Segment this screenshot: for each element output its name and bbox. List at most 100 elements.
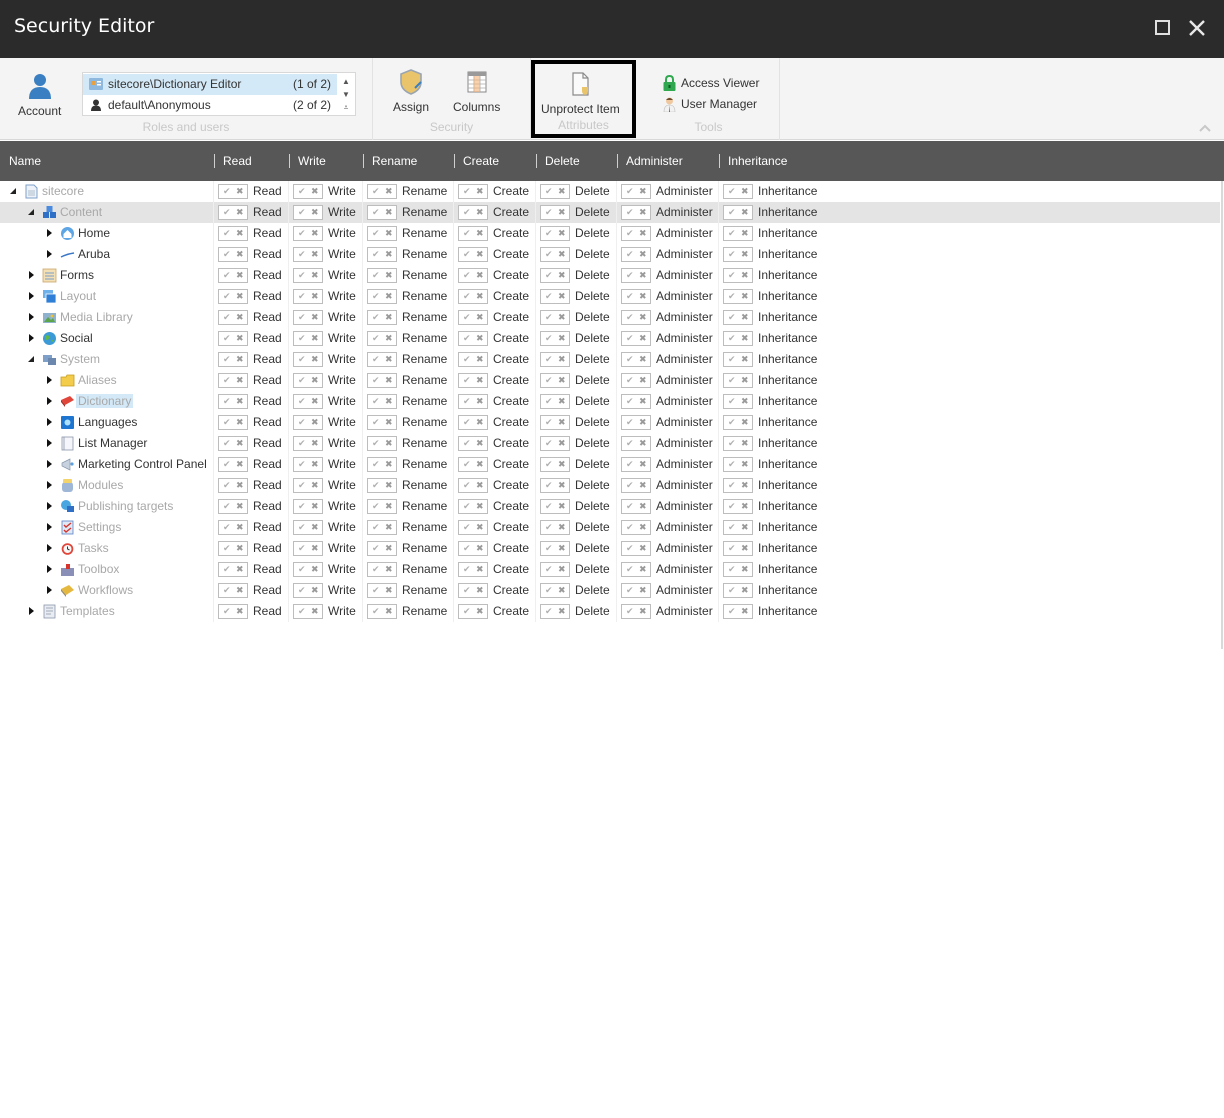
expanded-triangle-icon[interactable]	[26, 207, 36, 217]
permission-toggle[interactable]: ✔ ✖	[218, 268, 248, 283]
expanded-triangle-icon[interactable]	[26, 354, 36, 364]
permission-toggle[interactable]: ✔ ✖	[367, 478, 397, 493]
deny-x-icon[interactable]: ✖	[385, 311, 393, 324]
deny-x-icon[interactable]: ✖	[639, 290, 647, 303]
allow-check-icon[interactable]: ✔	[372, 479, 380, 492]
deny-x-icon[interactable]: ✖	[558, 395, 566, 408]
allow-check-icon[interactable]: ✔	[728, 248, 736, 261]
permission-toggle[interactable]: ✔ ✖	[367, 205, 397, 220]
allow-check-icon[interactable]: ✔	[298, 185, 306, 198]
item-name[interactable]: Social	[60, 331, 93, 345]
column-header-rename[interactable]: Rename	[372, 154, 417, 168]
deny-x-icon[interactable]: ✖	[741, 584, 749, 597]
allow-check-icon[interactable]: ✔	[626, 374, 634, 387]
permission-toggle[interactable]: ✔ ✖	[458, 415, 488, 430]
allow-check-icon[interactable]: ✔	[463, 311, 471, 324]
item-name[interactable]: Marketing Control Panel	[78, 457, 207, 471]
deny-x-icon[interactable]: ✖	[476, 479, 484, 492]
permission-toggle[interactable]: ✔ ✖	[621, 310, 651, 325]
permission-toggle[interactable]: ✔ ✖	[540, 499, 570, 514]
allow-check-icon[interactable]: ✔	[545, 521, 553, 534]
deny-x-icon[interactable]: ✖	[639, 521, 647, 534]
allow-check-icon[interactable]: ✔	[223, 374, 231, 387]
deny-x-icon[interactable]: ✖	[639, 416, 647, 429]
deny-x-icon[interactable]: ✖	[385, 395, 393, 408]
permission-toggle[interactable]: ✔ ✖	[218, 604, 248, 619]
deny-x-icon[interactable]: ✖	[558, 521, 566, 534]
permission-toggle[interactable]: ✔ ✖	[367, 184, 397, 199]
permission-toggle[interactable]: ✔ ✖	[540, 226, 570, 241]
item-name[interactable]: Media Library	[60, 310, 133, 324]
allow-check-icon[interactable]: ✔	[626, 605, 634, 618]
deny-x-icon[interactable]: ✖	[236, 248, 244, 261]
permission-toggle[interactable]: ✔ ✖	[458, 331, 488, 346]
collapsed-triangle-icon[interactable]	[44, 249, 54, 259]
deny-x-icon[interactable]: ✖	[385, 290, 393, 303]
collapsed-triangle-icon[interactable]	[26, 312, 36, 322]
allow-check-icon[interactable]: ✔	[223, 353, 231, 366]
item-name[interactable]: Content	[60, 205, 102, 219]
permission-toggle[interactable]: ✔ ✖	[218, 226, 248, 241]
deny-x-icon[interactable]: ✖	[639, 332, 647, 345]
deny-x-icon[interactable]: ✖	[311, 542, 319, 555]
deny-x-icon[interactable]: ✖	[311, 500, 319, 513]
allow-check-icon[interactable]: ✔	[545, 500, 553, 513]
deny-x-icon[interactable]: ✖	[639, 437, 647, 450]
allow-check-icon[interactable]: ✔	[626, 206, 634, 219]
item-name[interactable]: sitecore	[42, 184, 84, 198]
permission-toggle[interactable]: ✔ ✖	[621, 352, 651, 367]
allow-check-icon[interactable]: ✔	[223, 185, 231, 198]
allow-check-icon[interactable]: ✔	[298, 437, 306, 450]
permission-toggle[interactable]: ✔ ✖	[540, 352, 570, 367]
deny-x-icon[interactable]: ✖	[741, 395, 749, 408]
collapsed-triangle-icon[interactable]	[44, 417, 54, 427]
permission-toggle[interactable]: ✔ ✖	[621, 268, 651, 283]
deny-x-icon[interactable]: ✖	[741, 521, 749, 534]
allow-check-icon[interactable]: ✔	[626, 311, 634, 324]
deny-x-icon[interactable]: ✖	[558, 290, 566, 303]
permission-toggle[interactable]: ✔ ✖	[367, 604, 397, 619]
allow-check-icon[interactable]: ✔	[372, 563, 380, 576]
permission-toggle[interactable]: ✔ ✖	[458, 394, 488, 409]
collapsed-triangle-icon[interactable]	[44, 480, 54, 490]
deny-x-icon[interactable]: ✖	[639, 353, 647, 366]
deny-x-icon[interactable]: ✖	[236, 521, 244, 534]
deny-x-icon[interactable]: ✖	[639, 185, 647, 198]
column-header-administer[interactable]: Administer	[626, 154, 683, 168]
allow-check-icon[interactable]: ✔	[545, 311, 553, 324]
allow-check-icon[interactable]: ✔	[728, 479, 736, 492]
allow-check-icon[interactable]: ✔	[372, 269, 380, 282]
deny-x-icon[interactable]: ✖	[236, 605, 244, 618]
permission-toggle[interactable]: ✔ ✖	[458, 247, 488, 262]
allow-check-icon[interactable]: ✔	[545, 437, 553, 450]
permission-toggle[interactable]: ✔ ✖	[367, 268, 397, 283]
collapsed-triangle-icon[interactable]	[44, 459, 54, 469]
deny-x-icon[interactable]: ✖	[639, 605, 647, 618]
allow-check-icon[interactable]: ✔	[545, 206, 553, 219]
allow-check-icon[interactable]: ✔	[223, 290, 231, 303]
table-row[interactable]: Publishing targets ✔ ✖ Read ✔ ✖ Write ✔ ✖ Rename ✔…	[0, 496, 1220, 517]
allow-check-icon[interactable]: ✔	[545, 185, 553, 198]
deny-x-icon[interactable]: ✖	[236, 395, 244, 408]
allow-check-icon[interactable]: ✔	[372, 248, 380, 261]
deny-x-icon[interactable]: ✖	[385, 479, 393, 492]
permission-toggle[interactable]: ✔ ✖	[458, 520, 488, 535]
allow-check-icon[interactable]: ✔	[223, 395, 231, 408]
allow-check-icon[interactable]: ✔	[728, 458, 736, 471]
deny-x-icon[interactable]: ✖	[741, 605, 749, 618]
permission-toggle[interactable]: ✔ ✖	[621, 562, 651, 577]
permission-toggle[interactable]: ✔ ✖	[367, 373, 397, 388]
allow-check-icon[interactable]: ✔	[545, 542, 553, 555]
allow-check-icon[interactable]: ✔	[463, 458, 471, 471]
permission-toggle[interactable]: ✔ ✖	[723, 247, 753, 262]
table-row[interactable]: Home ✔ ✖ Read ✔ ✖ Write ✔ ✖ Rename ✔ ✖ Create ✔ ✖ Delet…	[0, 223, 1220, 244]
deny-x-icon[interactable]: ✖	[741, 479, 749, 492]
table-row[interactable]: Layout ✔ ✖ Read ✔ ✖ Write ✔ ✖ Rename ✔ ✖ Create ✔ ✖ Del…	[0, 286, 1220, 307]
permission-toggle[interactable]: ✔ ✖	[723, 478, 753, 493]
permission-toggle[interactable]: ✔ ✖	[367, 415, 397, 430]
permission-toggle[interactable]: ✔ ✖	[540, 205, 570, 220]
permission-toggle[interactable]: ✔ ✖	[458, 541, 488, 556]
deny-x-icon[interactable]: ✖	[385, 374, 393, 387]
deny-x-icon[interactable]: ✖	[741, 332, 749, 345]
allow-check-icon[interactable]: ✔	[372, 437, 380, 450]
